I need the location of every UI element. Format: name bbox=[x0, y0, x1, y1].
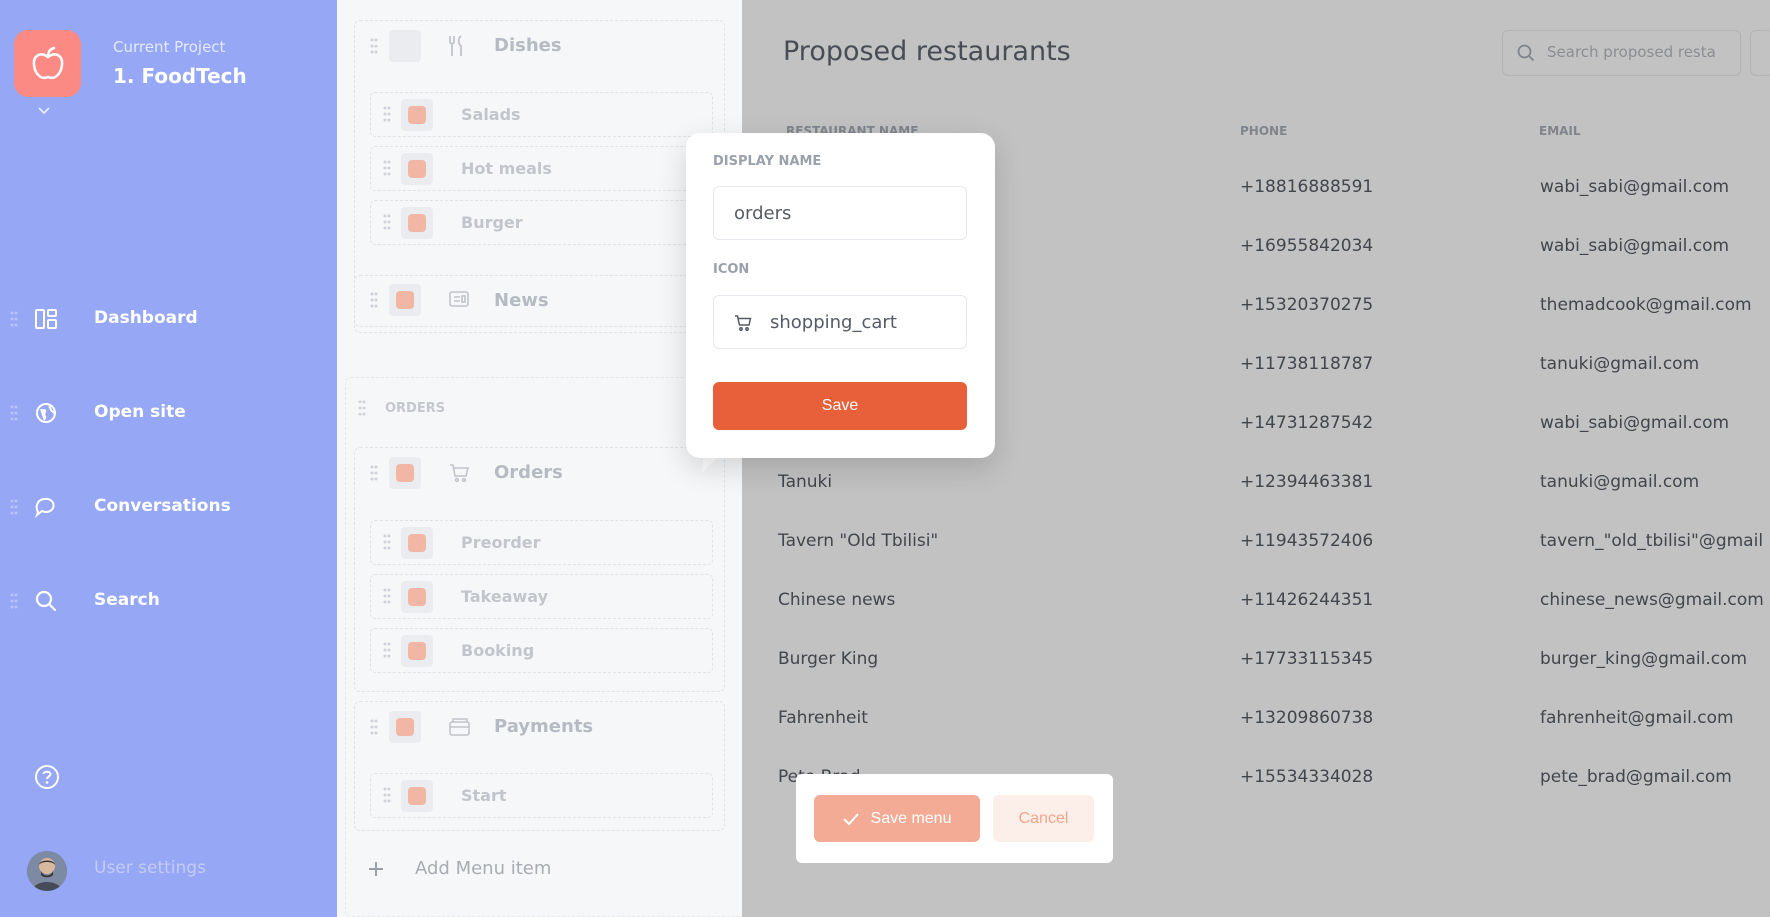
drag-handle-icon[interactable] bbox=[370, 719, 378, 739]
drag-handle-icon[interactable] bbox=[10, 499, 18, 519]
shopping-cart-icon bbox=[449, 463, 470, 487]
icon-color-swatch[interactable] bbox=[401, 207, 433, 239]
color-dot bbox=[408, 642, 426, 660]
save-menu-bar: Save menu Cancel bbox=[796, 774, 1113, 863]
menu-subitem-label: Takeaway bbox=[461, 587, 549, 606]
project-name[interactable]: 1. FoodTech bbox=[113, 64, 247, 88]
user-settings-link[interactable]: User settings bbox=[94, 858, 206, 878]
cancel-button[interactable]: Cancel bbox=[993, 795, 1094, 842]
globe-icon bbox=[34, 401, 58, 425]
menu-subitem-label: Hot meals bbox=[461, 159, 552, 178]
menu-subitem-hot-meals[interactable]: Hot meals bbox=[370, 146, 713, 191]
color-dot bbox=[396, 464, 414, 482]
search-icon bbox=[34, 589, 58, 613]
icon-color-swatch[interactable] bbox=[401, 99, 433, 131]
color-dot bbox=[408, 214, 426, 232]
menu-item-label[interactable]: Dishes bbox=[494, 35, 562, 56]
icon-color-swatch[interactable] bbox=[401, 581, 433, 613]
sidebar-item-label: Open site bbox=[94, 402, 186, 422]
menu-subitem-burger[interactable]: Burger bbox=[370, 200, 713, 245]
icon-color-swatch[interactable] bbox=[389, 711, 421, 743]
save-menu-button[interactable]: Save menu bbox=[814, 795, 980, 842]
section-title: ORDERS bbox=[385, 401, 446, 416]
menu-subitem-label: Burger bbox=[461, 213, 523, 232]
save-button[interactable]: Save bbox=[713, 382, 967, 430]
current-project-label: Current Project bbox=[113, 38, 226, 56]
menu-editor-panel: Dishes Salads Hot meals Burger News ORDE… bbox=[337, 0, 742, 917]
edit-menu-item-popover: DISPLAY NAME orders ICON shopping_cart S… bbox=[686, 133, 995, 458]
drag-handle-icon[interactable] bbox=[383, 787, 391, 807]
menu-subitem-takeaway[interactable]: Takeaway bbox=[370, 574, 713, 619]
icon-color-swatch[interactable] bbox=[401, 780, 433, 812]
drag-handle-icon[interactable] bbox=[10, 405, 18, 425]
menu-item-label: Payments bbox=[494, 716, 594, 737]
sidebar-item-search[interactable]: Search bbox=[0, 581, 337, 621]
menu-subitem-label: Salads bbox=[461, 105, 521, 124]
apple-icon bbox=[32, 46, 63, 79]
drag-handle-icon[interactable] bbox=[383, 214, 391, 234]
dashboard-icon bbox=[34, 307, 58, 331]
display-name-value: orders bbox=[734, 203, 792, 224]
help-icon[interactable] bbox=[34, 764, 60, 794]
sidebar-item-dashboard[interactable]: Dashboard bbox=[0, 299, 337, 339]
color-dot bbox=[396, 718, 414, 736]
menu-item-label: News bbox=[494, 290, 549, 311]
display-name-label: DISPLAY NAME bbox=[713, 154, 822, 169]
drag-handle-icon[interactable] bbox=[10, 311, 18, 331]
sidebar-item-label: Dashboard bbox=[94, 308, 198, 328]
add-menu-item-button[interactable]: Add Menu item bbox=[367, 858, 551, 879]
color-dot bbox=[408, 588, 426, 606]
shopping-cart-icon bbox=[734, 314, 752, 336]
drag-handle-icon[interactable] bbox=[383, 642, 391, 662]
display-name-field[interactable]: orders bbox=[713, 186, 967, 240]
plus-icon bbox=[367, 860, 385, 878]
menu-subitem-label: Start bbox=[461, 786, 507, 805]
drag-handle-icon[interactable] bbox=[383, 534, 391, 554]
drag-handle-icon[interactable] bbox=[383, 160, 391, 180]
drag-handle-icon[interactable] bbox=[358, 400, 366, 420]
icon-value: shopping_cart bbox=[770, 312, 897, 333]
icon-field[interactable]: shopping_cart bbox=[713, 295, 967, 349]
news-icon bbox=[449, 290, 469, 312]
sidebar: Current Project 1. FoodTech Dashboard Op… bbox=[0, 0, 337, 917]
chat-icon bbox=[34, 495, 58, 519]
sidebar-item-label: Search bbox=[94, 590, 160, 610]
menu-subitem-start[interactable]: Start bbox=[370, 773, 713, 818]
icon-color-swatch[interactable] bbox=[389, 30, 421, 62]
menu-item-label[interactable]: Orders bbox=[494, 462, 563, 483]
wallet-icon bbox=[449, 718, 471, 740]
app-logo[interactable] bbox=[14, 30, 81, 97]
color-dot bbox=[408, 787, 426, 805]
drag-handle-icon[interactable] bbox=[383, 588, 391, 608]
drag-handle-icon[interactable] bbox=[370, 465, 378, 485]
drag-handle-icon[interactable] bbox=[370, 292, 378, 312]
menu-subitem-label: Booking bbox=[461, 641, 535, 660]
color-dot bbox=[408, 106, 426, 124]
menu-subitem-preorder[interactable]: Preorder bbox=[370, 520, 713, 565]
sidebar-item-open-site[interactable]: Open site bbox=[0, 393, 337, 433]
color-dot bbox=[396, 291, 414, 309]
drag-handle-icon[interactable] bbox=[10, 593, 18, 613]
chevron-down-icon[interactable] bbox=[38, 104, 50, 119]
sidebar-item-label: Conversations bbox=[94, 496, 231, 516]
menu-subitem-salads[interactable]: Salads bbox=[370, 92, 713, 137]
avatar[interactable] bbox=[27, 851, 67, 891]
menu-subitem-booking[interactable]: Booking bbox=[370, 628, 713, 673]
add-menu-item-label: Add Menu item bbox=[415, 858, 552, 879]
icon-color-swatch[interactable] bbox=[401, 527, 433, 559]
save-menu-label: Save menu bbox=[870, 809, 952, 827]
cutlery-icon bbox=[447, 35, 467, 61]
icon-label: ICON bbox=[713, 262, 750, 277]
drag-handle-icon[interactable] bbox=[370, 38, 378, 58]
color-dot bbox=[408, 160, 426, 178]
sidebar-item-conversations[interactable]: Conversations bbox=[0, 487, 337, 527]
color-dot bbox=[408, 534, 426, 552]
icon-color-swatch[interactable] bbox=[401, 153, 433, 185]
check-icon bbox=[842, 812, 859, 826]
menu-subitem-label: Preorder bbox=[461, 533, 541, 552]
drag-handle-icon[interactable] bbox=[383, 106, 391, 126]
icon-color-swatch[interactable] bbox=[389, 457, 421, 489]
icon-color-swatch[interactable] bbox=[389, 284, 421, 316]
icon-color-swatch[interactable] bbox=[401, 635, 433, 667]
